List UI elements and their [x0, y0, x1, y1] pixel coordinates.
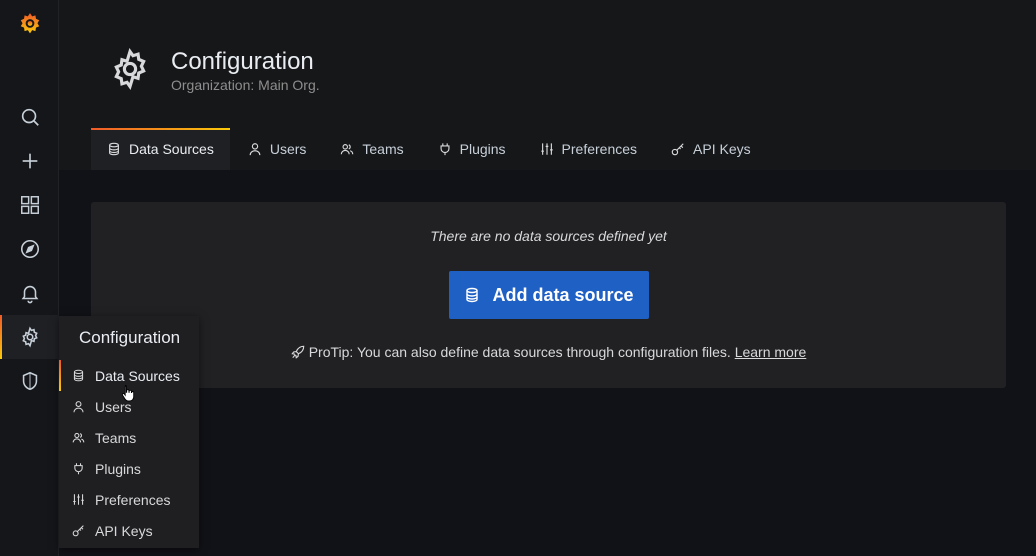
user-icon: [73, 401, 84, 413]
sidebar-create[interactable]: [0, 139, 59, 183]
app: Configuration Organization: Main Org. Da…: [0, 0, 1036, 556]
sidebar-alerting[interactable]: [0, 271, 59, 315]
tab-label: Users: [269, 141, 307, 157]
database-icon: [466, 287, 479, 303]
grafana-logo-icon: [20, 13, 39, 34]
rocket-icon: [290, 345, 304, 359]
plug-icon: [440, 143, 450, 156]
flyout-item-api-keys[interactable]: API Keys: [59, 515, 199, 546]
plus-icon: [22, 153, 37, 169]
flyout-item-label: Data Sources: [95, 367, 180, 384]
protip: ProTip: You can also define data sources…: [91, 344, 1006, 360]
shield-icon: [22, 371, 37, 391]
flyout-item-label: Plugins: [95, 460, 141, 477]
page-subtitle: Organization: Main Org.: [171, 77, 320, 93]
dashboards-icon: [20, 196, 39, 214]
tab-preferences[interactable]: Preferences: [524, 128, 653, 170]
explore-icon: [20, 239, 39, 259]
sliders-icon: [540, 143, 553, 155]
search-icon: [21, 108, 39, 126]
flyout-item-label: Preferences: [95, 491, 171, 508]
flyout-item-label: API Keys: [95, 522, 153, 539]
add-data-source-button[interactable]: Add data source: [449, 271, 649, 319]
tab-label: API Keys: [693, 141, 751, 157]
sidebar-explore[interactable]: [0, 227, 59, 271]
gear-icon: [21, 326, 38, 348]
users-icon: [341, 144, 354, 155]
grafana-logo[interactable]: [0, 2, 59, 46]
learn-more-link[interactable]: Learn more: [735, 344, 807, 360]
database-icon: [109, 142, 119, 156]
database-icon: [73, 369, 84, 382]
tab-bar: Data Sources Users Teams Plugins Prefere…: [91, 128, 769, 170]
flyout-item-label: Teams: [95, 429, 137, 446]
tab-plugins[interactable]: Plugins: [422, 128, 522, 170]
bell-icon: [21, 285, 38, 304]
flyout-item-preferences[interactable]: Preferences: [59, 484, 199, 515]
tab-users[interactable]: Users: [232, 128, 323, 170]
sidebar-dashboards[interactable]: [0, 183, 59, 227]
tab-label: Data Sources: [129, 141, 214, 157]
key-icon: [72, 525, 84, 537]
gear-icon: [114, 48, 146, 90]
tab-data-sources[interactable]: Data Sources: [91, 128, 230, 170]
tab-teams[interactable]: Teams: [324, 128, 419, 170]
sidemenu: [0, 0, 59, 556]
flyout-item-teams[interactable]: Teams: [59, 422, 199, 453]
protip-text: ProTip: You can also define data sources…: [308, 344, 731, 360]
key-icon: [671, 143, 684, 156]
page-title: Configuration: [171, 48, 314, 75]
empty-list-cta: There are no data sources defined yet Ad…: [91, 202, 1006, 388]
users-icon: [72, 432, 85, 443]
tab-api-keys[interactable]: API Keys: [655, 128, 767, 170]
sidebar-server-admin[interactable]: [0, 359, 59, 403]
hand-pointer-cursor-icon: [121, 385, 135, 402]
sidebar-search[interactable]: [0, 95, 59, 139]
page-content: There are no data sources defined yet Ad…: [59, 170, 1036, 556]
configuration-flyout-menu: Configuration Data Sources Users Teams P…: [59, 316, 199, 548]
empty-state-title: There are no data sources defined yet: [430, 228, 667, 244]
tab-label: Teams: [362, 141, 404, 157]
user-icon: [249, 143, 261, 156]
sliders-icon: [73, 494, 84, 505]
tab-label: Preferences: [561, 141, 638, 157]
flyout-item-plugins[interactable]: Plugins: [59, 453, 199, 484]
tab-label: Plugins: [459, 141, 506, 157]
sidebar-configuration[interactable]: [0, 315, 59, 359]
add-data-source-label: Add data source: [492, 284, 634, 305]
plug-icon: [74, 463, 83, 475]
flyout-title[interactable]: Configuration: [59, 316, 199, 360]
page-header: Configuration Organization: Main Org. Da…: [59, 0, 1036, 170]
